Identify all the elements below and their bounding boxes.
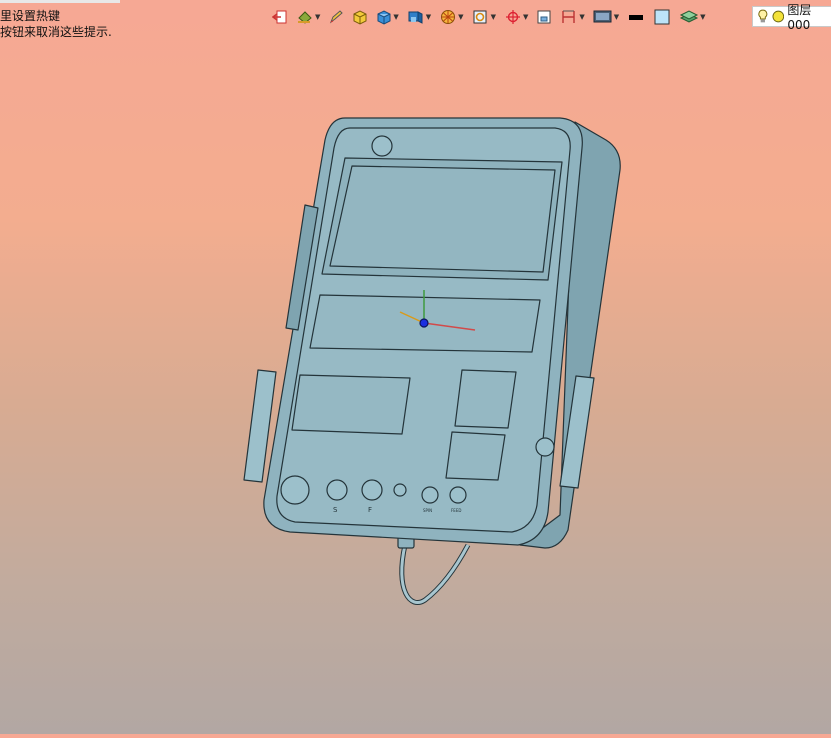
view-cube-icon	[408, 11, 423, 24]
layer-name: 图层000	[787, 3, 812, 32]
display-button[interactable]: ▼	[591, 5, 621, 29]
paint-button[interactable]: ▼	[294, 5, 322, 29]
layer-selector[interactable]: 图层000	[752, 3, 831, 32]
pencil-button[interactable]	[326, 5, 346, 29]
fill-color-button[interactable]	[651, 5, 673, 29]
line-color-button[interactable]	[625, 5, 647, 29]
shading-button[interactable]: ▼	[374, 5, 400, 29]
chevron-down-icon[interactable]: ▼	[315, 13, 320, 21]
monitor-icon	[593, 10, 612, 23]
dimension-button[interactable]: ▼	[558, 5, 586, 29]
crosshair-icon	[505, 10, 520, 24]
fill-color-icon	[654, 9, 670, 25]
exit-button[interactable]	[270, 5, 290, 29]
knob-label-s: S	[333, 506, 338, 514]
solid-box-icon	[353, 10, 367, 25]
view-cube-button[interactable]: ▼	[405, 5, 433, 29]
render-sphere-icon	[441, 10, 456, 24]
hint-line-1: 里设置热键	[0, 9, 61, 23]
chevron-down-icon[interactable]: ▼	[614, 13, 619, 21]
pendant-model: S F SPIN FEED	[243, 117, 621, 605]
knob-label-feed: FEED	[451, 508, 461, 513]
line-color-icon	[629, 15, 644, 20]
section-box-icon	[537, 10, 551, 24]
knob-label-f: F	[368, 506, 372, 514]
3d-viewport[interactable]: S F SPIN FEED	[0, 34, 831, 734]
chevron-down-icon[interactable]: ▼	[523, 13, 528, 21]
chevron-down-icon[interactable]: ▼	[491, 13, 496, 21]
chevron-down-icon[interactable]: ▼	[426, 13, 431, 21]
zoom-fit-button[interactable]: ▼	[470, 5, 498, 29]
section-button[interactable]	[534, 5, 554, 29]
snap-button[interactable]: ▼	[502, 5, 530, 29]
layer-status-icon[interactable]	[772, 10, 785, 23]
shaded-cube-icon	[377, 10, 391, 25]
solid-button[interactable]	[350, 5, 370, 29]
render-button[interactable]: ▼	[437, 5, 465, 29]
lightbulb-icon[interactable]	[757, 9, 769, 24]
paint-bucket-icon	[298, 11, 312, 24]
exit-icon	[272, 10, 287, 24]
zoom-fit-icon	[473, 10, 487, 24]
dimension-icon	[562, 10, 576, 23]
chevron-down-icon[interactable]: ▼	[393, 13, 398, 21]
layers-button[interactable]: ▼	[677, 5, 707, 29]
chevron-down-icon[interactable]: ▼	[579, 13, 584, 21]
chevron-down-icon[interactable]: ▼	[700, 13, 705, 21]
pencil-icon	[330, 10, 344, 24]
knob-label-spin: SPIN	[423, 508, 432, 513]
view-toolbar: ▼ ▼ ▼ ▼ ▼ ▼ ▼ ▼ ▼	[270, 4, 831, 30]
layers-icon	[680, 10, 699, 23]
chevron-down-icon[interactable]: ▼	[458, 13, 463, 21]
